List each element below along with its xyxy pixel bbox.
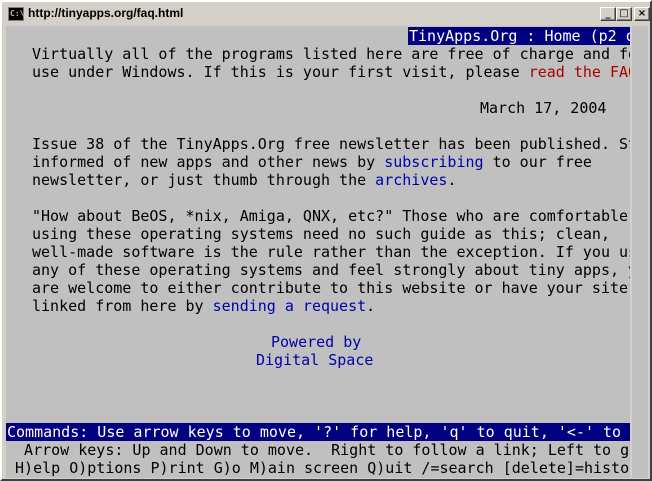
console-window: C:\ http://tinyapps.org/faq.html _ □ × T… (0, 0, 652, 481)
terminal-area[interactable]: TinyApps.Org : Home (p2 of 2) Virtually … (6, 26, 630, 478)
news-line-3-tail: . (447, 171, 457, 189)
news-line-2-text: informed of new apps and other news by (32, 153, 385, 171)
os-line-2: using these operating systems need no su… (32, 225, 610, 243)
os-line-6-tail: . (366, 297, 376, 315)
intro-line-2: use under Windows. If this is your first… (32, 63, 630, 81)
news-line-3-text: newsletter, or just thumb through the (32, 171, 376, 189)
news-line-2: informed of new apps and other news by s… (32, 153, 592, 171)
read-faq-link[interactable]: read the FAQ (529, 63, 630, 81)
os-line-6-text: linked from here by (32, 297, 213, 315)
console-icon[interactable]: C:\ (8, 7, 24, 21)
commands-bar-text: Commands: Use arrow keys to move, '?' fo… (6, 423, 630, 441)
digital-space-link[interactable]: Digital Space (256, 351, 373, 369)
os-line-3: well-made software is the rule rather th… (32, 243, 630, 261)
sending-request-link[interactable]: sending a request (213, 297, 367, 315)
scrollbar-track[interactable] (632, 26, 648, 478)
maximize-button[interactable]: □ (616, 7, 632, 21)
news-line-1: Issue 38 of the TinyApps.Org free newsle… (32, 135, 630, 153)
subscribing-link[interactable]: subscribing (384, 153, 483, 171)
close-button[interactable]: × (634, 7, 650, 21)
page-status-text: TinyApps.Org : Home (p2 of 2) (408, 27, 630, 45)
commands-bar: Commands: Use arrow keys to move, '?' fo… (6, 423, 630, 441)
os-line-5: are welcome to either contribute to this… (32, 279, 629, 297)
os-line-1: "How about BeOS, *nix, Amiga, QNX, etc?"… (32, 207, 629, 225)
os-line-6: linked from here by sending a request. (32, 297, 375, 315)
news-line-3: newsletter, or just thumb through the ar… (32, 171, 456, 189)
window-title: http://tinyapps.org/faq.html (28, 6, 184, 20)
archives-link[interactable]: archives (375, 171, 447, 189)
page-status: TinyApps.Org : Home (p2 of 2) (408, 27, 630, 45)
date-text: March 17, 2004 (480, 99, 607, 117)
os-line-4: any of these operating systems and feel … (32, 261, 630, 279)
help-line-2: H)elp O)ptions P)rint G)o M)ain screen Q… (6, 459, 630, 477)
intro-line-1: Virtually all of the programs listed her… (32, 45, 630, 63)
news-line-2-tail: to our free (483, 153, 592, 171)
minimize-button[interactable]: _ (600, 7, 616, 21)
powered-by-text: Powered by (271, 333, 362, 351)
help-line-1: Arrow keys: Up and Down to move. Right t… (6, 441, 630, 459)
intro-line-2-text: use under Windows. If this is your first… (32, 63, 529, 81)
title-bar[interactable]: C:\ http://tinyapps.org/faq.html _ □ × (4, 4, 650, 24)
